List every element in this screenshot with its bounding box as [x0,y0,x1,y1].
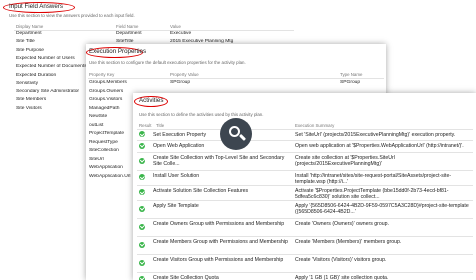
activity-row[interactable]: Install User Solution Install 'http://in… [133,171,476,185]
activity-row[interactable]: Create Site Collection Quota Apply '1 GB… [133,273,476,280]
search-icon[interactable] [220,118,252,150]
activity-row[interactable]: Apply Site Template Apply '{565D8506-642… [133,201,476,218]
field-name-cell: Department [116,31,142,36]
column-header-value: Value [170,24,181,29]
column-header-type-name: Type Name [340,72,363,77]
property-value-cell: SPGroup [170,80,191,85]
property-key-cell: Groups.Members [89,80,127,85]
column-header-result: Result [139,123,152,128]
activity-summary: Create 'Visitors (Visitors)' visitors gr… [295,256,387,263]
activity-summary: Apply '1 GB (1 GB)' site collection quot… [295,274,389,280]
panel-title: Input Field Answers [9,3,63,10]
column-header-field-name: Field Name [116,24,139,29]
check-icon [139,142,145,149]
check-icon [139,241,145,248]
column-header-display-name: Display Name [16,24,44,29]
activity-row[interactable]: Create Owners Group with Permissions and… [133,219,476,236]
type-name-cell: SPGroup [340,80,361,85]
activity-title: Create Site Collection Quota [153,274,219,280]
activity-row[interactable]: Create Members Group with Permissions an… [133,237,476,254]
activity-row[interactable]: Create Site Collection with Top-Level Si… [133,153,476,170]
activity-summary: Create 'Owners (Owners)' owners group. [295,220,389,227]
check-icon [139,223,145,230]
activity-title: Activate Solution Site Collection Featur… [153,187,249,194]
check-icon [139,174,145,180]
check-icon [139,275,145,280]
column-header-property-value: Property Value [170,72,199,77]
activity-summary: Open web application at '$Properties.Web… [295,142,464,149]
activity-title: Install User Solution [153,172,200,179]
activity-summary: Apply '{565D8506-6424-4B2D-9F59-0597C5A3… [295,202,469,216]
column-header-property-key: Property Key [89,72,115,77]
value-cell: Executive [170,31,192,36]
activity-title: Create Owners Group with Permissions and… [153,220,285,227]
check-icon [139,189,145,195]
activity-summary: Set 'SiteUrl' (projects/2015ExecutivePla… [295,131,456,138]
activity-summary: Activate '$Properties.ProjectTemplate (b… [295,187,449,201]
activity-row[interactable]: Activate Solution Site Collection Featur… [133,186,476,200]
activity-row[interactable]: Open Web Application Open web applicatio… [133,141,476,152]
check-icon [139,131,145,137]
activity-summary: Create 'Members (Members)' members group… [295,238,402,245]
activity-row[interactable]: Set Execution Property Set 'SiteUrl' (pr… [133,130,476,140]
panel-description: Use this section to view the answers pro… [9,13,135,18]
activity-title: Create Members Group with Permissions an… [153,238,288,245]
activities-panel: Activities Use this section to define th… [133,93,476,280]
activity-summary: Create site collection at '$Properties.S… [295,154,395,168]
activity-row[interactable]: Create Visitors Group with Permissions a… [133,255,476,272]
header-divider [88,78,384,79]
column-header-title: Title [156,123,165,128]
column-header-execution-summary: Execution Summary [295,123,335,128]
activity-summary: Install 'http://intranet/sites/site-requ… [295,172,452,186]
check-icon [139,157,145,164]
activity-title: Create Visitors Group with Permissions a… [153,256,284,263]
display-name-cell: Department [16,31,42,36]
panel-title: Activities [139,97,164,104]
activity-title: Open Web Application [153,142,205,149]
panel-description: Use this section to define the activitie… [139,112,264,117]
panel-description: Use this section to configure the defaul… [89,60,246,65]
check-icon [139,205,145,212]
activity-title: Create Site Collection with Top-Level Si… [153,154,285,168]
panel-title: Execution Properties [89,48,147,55]
check-icon [139,259,145,266]
activity-title: Apply Site Template [153,202,199,209]
